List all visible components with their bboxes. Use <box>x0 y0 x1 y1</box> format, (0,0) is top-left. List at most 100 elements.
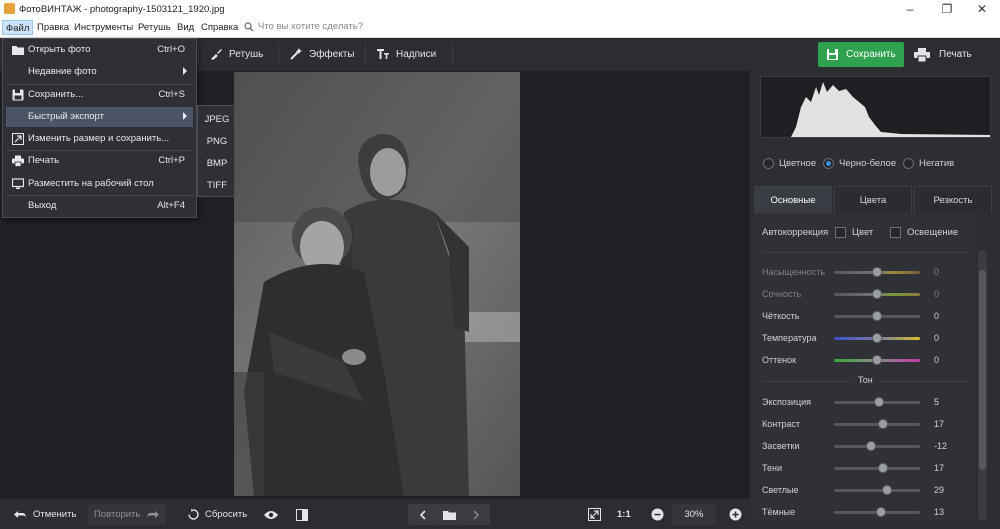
captions-button[interactable]: Надписи <box>365 43 446 65</box>
folder-icon <box>442 510 456 520</box>
submenu-arrow-icon <box>183 112 187 120</box>
slider-whites[interactable]: Светлые 29 <box>762 484 972 498</box>
captions-label: Надписи <box>396 48 437 60</box>
app-logo-icon <box>4 3 15 14</box>
zoom-in-button[interactable] <box>723 504 748 525</box>
menu-item-label: Сохранить... <box>28 89 84 100</box>
effects-button[interactable]: Эффекты <box>278 43 364 65</box>
print-button[interactable]: Печать <box>910 42 990 67</box>
slider-knob[interactable] <box>872 267 882 277</box>
undo-button[interactable]: Отменить <box>8 504 82 525</box>
compare-button[interactable] <box>290 504 314 525</box>
mode-negative-radio[interactable]: Негатив <box>903 158 954 169</box>
slider-tint[interactable]: Оттенок 0 <box>762 354 972 368</box>
command-search[interactable]: Что вы хотите сделать? <box>244 21 363 32</box>
slider-value: 0 <box>934 289 940 299</box>
export-jpeg[interactable]: JPEG <box>198 114 236 125</box>
menu-item-save[interactable]: Сохранить... Ctrl+S <box>6 85 193 105</box>
next-photo-button[interactable] <box>462 504 490 525</box>
menu-item-label: Изменить размер и сохранить... <box>28 133 170 144</box>
slider-knob[interactable] <box>872 355 882 365</box>
vintage-photo <box>234 72 520 496</box>
slider-contrast[interactable]: Контраст 17 <box>762 418 972 432</box>
undo-label: Отменить <box>33 509 77 520</box>
menu-item-quick-export[interactable]: Быстрый экспорт <box>6 107 193 127</box>
photo-canvas[interactable] <box>234 72 520 496</box>
autocorrect-light-checkbox[interactable]: Освещение <box>890 227 958 238</box>
redo-button[interactable]: Повторить <box>88 504 166 525</box>
reset-button[interactable]: Сбросить <box>182 504 253 525</box>
zoom-out-button[interactable] <box>645 504 670 525</box>
menu-item-resize-save[interactable]: Изменить размер и сохранить... <box>6 129 193 149</box>
slider-exposure[interactable]: Экспозиция 5 <box>762 396 972 410</box>
save-button[interactable]: Сохранить <box>818 42 904 67</box>
slider-vibrance[interactable]: Сочность 0 <box>762 288 972 302</box>
slider-value: 13 <box>934 507 945 517</box>
mode-bw-radio[interactable]: Черно-белое <box>823 158 896 169</box>
tab-colors[interactable]: Цвета <box>834 186 912 213</box>
printer-icon <box>914 47 930 62</box>
menu-help[interactable]: Справка <box>198 20 241 35</box>
tab-sharpness[interactable]: Резкость <box>914 186 992 213</box>
menu-view[interactable]: Вид <box>174 20 197 35</box>
export-tiff[interactable]: TIFF <box>198 180 236 191</box>
scrollbar-thumb[interactable] <box>979 270 986 470</box>
title-bar: ФотоВИНТАЖ - photography-1503121_1920.jp… <box>0 0 1000 18</box>
menu-edit[interactable]: Правка <box>34 20 72 35</box>
save-icon <box>12 89 24 101</box>
slider-highlights[interactable]: Засветки -12 <box>762 440 972 454</box>
open-folder-button[interactable] <box>436 504 462 525</box>
menu-bar: Файл Правка Инструменты Ретушь Вид Справ… <box>0 18 1000 38</box>
export-png[interactable]: PNG <box>198 136 236 147</box>
slider-saturation[interactable]: Насыщенность 0 <box>762 266 972 280</box>
export-bmp[interactable]: BMP <box>198 158 236 169</box>
folder-icon <box>12 46 24 55</box>
slider-temperature[interactable]: Температура 0 <box>762 332 972 346</box>
tab-basic[interactable]: Основные <box>754 186 832 213</box>
slider-knob[interactable] <box>882 485 892 495</box>
histogram-graph <box>761 82 990 137</box>
monitor-icon <box>12 178 24 189</box>
panel-scrollbar[interactable] <box>978 250 987 520</box>
slider-label: Контраст <box>762 419 800 429</box>
slider-knob[interactable] <box>872 311 882 321</box>
slider-knob[interactable] <box>874 397 884 407</box>
prev-photo-button[interactable] <box>408 504 436 525</box>
menu-item-print[interactable]: Печать Ctrl+P <box>6 151 193 171</box>
preview-button[interactable] <box>258 504 284 525</box>
slider-knob[interactable] <box>878 419 888 429</box>
slider-shadows[interactable]: Тени 17 <box>762 462 972 476</box>
close-button[interactable]: ✕ <box>964 0 1000 18</box>
menu-item-shortcut: Ctrl+P <box>158 155 185 166</box>
minimize-button[interactable]: – <box>892 0 928 18</box>
menu-item-recent[interactable]: Недавние фото <box>6 62 193 82</box>
zoom-level[interactable]: 30% <box>672 504 716 525</box>
slider-knob[interactable] <box>876 507 886 517</box>
menu-item-exit[interactable]: Выход Alt+F4 <box>6 196 193 216</box>
slider-knob[interactable] <box>872 333 882 343</box>
slider-knob[interactable] <box>878 463 888 473</box>
toolbar-divider <box>452 43 453 65</box>
fit-screen-button[interactable] <box>582 504 607 525</box>
window-title: ФотоВИНТАЖ - photography-1503121_1920.jp… <box>19 4 225 15</box>
checkbox-box <box>835 227 846 238</box>
slider-value: 5 <box>934 397 940 407</box>
slider-blacks[interactable]: Тёмные 13 <box>762 506 972 520</box>
menu-retouch[interactable]: Ретушь <box>135 20 174 35</box>
mode-color-radio[interactable]: Цветное <box>763 158 816 169</box>
autocorrect-color-checkbox[interactable]: Цвет <box>835 227 873 238</box>
retouch-button[interactable]: Ретушь <box>198 43 273 65</box>
actual-size-button[interactable]: 1:1 <box>611 504 637 525</box>
printer-icon <box>12 155 24 167</box>
menu-item-set-desktop[interactable]: Разместить на рабочий стол <box>6 174 193 194</box>
slider-value: 0 <box>934 355 940 365</box>
menu-tools[interactable]: Инструменты <box>71 20 136 35</box>
slider-knob[interactable] <box>872 289 882 299</box>
menu-file[interactable]: Файл <box>2 20 34 35</box>
menu-item-open[interactable]: Открыть фото Ctrl+O <box>6 40 193 60</box>
maximize-button[interactable]: ❐ <box>929 0 965 18</box>
slider-knob[interactable] <box>866 441 876 451</box>
menu-item-label: Открыть фото <box>28 44 91 55</box>
slider-clarity[interactable]: Чёткость 0 <box>762 310 972 324</box>
menu-item-label: Быстрый экспорт <box>28 111 104 122</box>
